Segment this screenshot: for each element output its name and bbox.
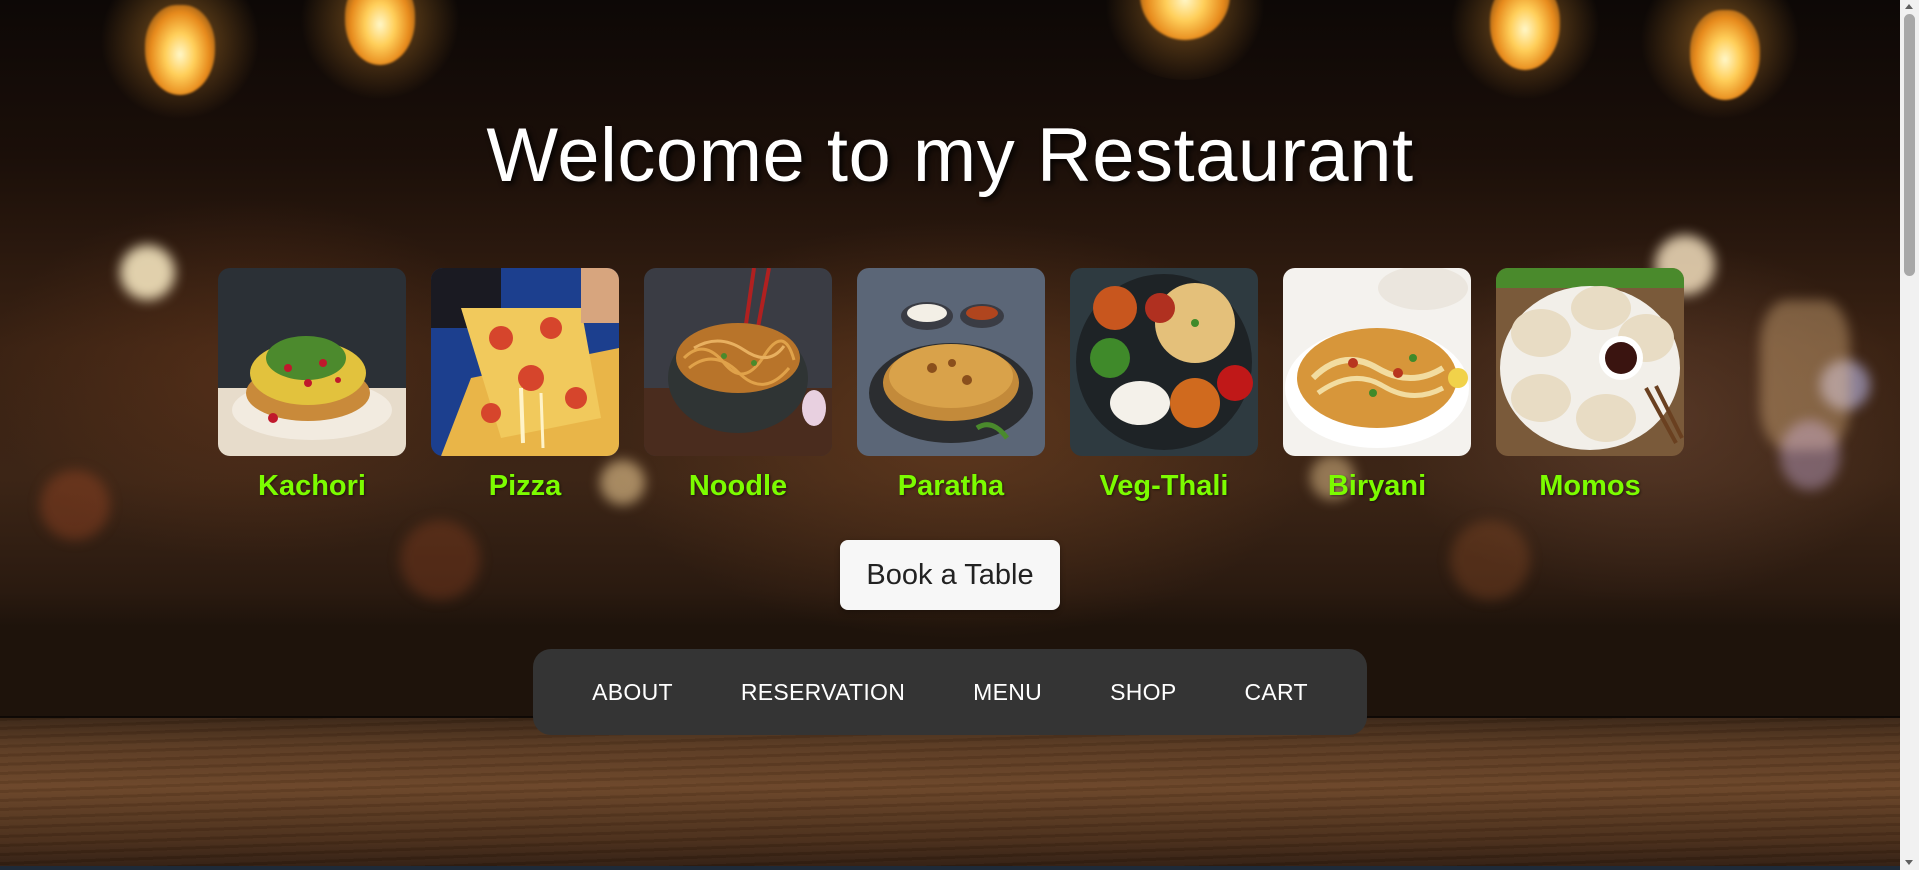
biryani-image[interactable] (1283, 268, 1471, 456)
food-label-momos: Momos (1539, 470, 1641, 502)
book-a-table-button[interactable]: Book a Table (840, 540, 1060, 610)
scroll-up-arrow-icon[interactable] (1905, 4, 1913, 9)
food-label-pizza: Pizza (488, 470, 562, 502)
food-card-noodle[interactable]: Noodle (644, 268, 832, 503)
food-label-paratha: Paratha (897, 470, 1005, 502)
page-viewport: Welcome to my Restaurant Kachori Pizza N… (0, 0, 1919, 870)
momos-image[interactable] (1496, 268, 1684, 456)
page-title: Welcome to my Restaurant (486, 113, 1414, 198)
paratha-image[interactable] (857, 268, 1045, 456)
kachori-image[interactable] (218, 268, 406, 456)
food-card-veg-thali[interactable]: Veg-Thali (1070, 268, 1258, 503)
pizza-image[interactable] (431, 268, 619, 456)
nav-about[interactable]: ABOUT (558, 679, 707, 706)
bottom-edge (0, 866, 1900, 870)
nav-shop[interactable]: SHOP (1076, 679, 1210, 706)
nav-reservation[interactable]: RESERVATION (707, 679, 939, 706)
wooden-table-top (0, 718, 1900, 870)
main-nav: ABOUT RESERVATION MENU SHOP CART (533, 649, 1367, 735)
food-card-momos[interactable]: Momos (1496, 268, 1684, 503)
food-label-veg-thali: Veg-Thali (1099, 470, 1229, 502)
veg-thali-image[interactable] (1070, 268, 1258, 456)
nav-menu[interactable]: MENU (939, 679, 1076, 706)
food-card-paratha[interactable]: Paratha (857, 268, 1045, 503)
food-card-biryani[interactable]: Biryani (1283, 268, 1471, 503)
food-card-pizza[interactable]: Pizza (431, 268, 619, 503)
food-gallery: Kachori Pizza Noodle Paratha Veg-Thali B… (218, 268, 1684, 503)
noodle-image[interactable] (644, 268, 832, 456)
food-label-biryani: Biryani (1327, 470, 1427, 502)
food-label-noodle: Noodle (688, 470, 788, 502)
food-card-kachori[interactable]: Kachori (218, 268, 406, 503)
scroll-down-arrow-icon[interactable] (1905, 860, 1913, 865)
nav-cart[interactable]: CART (1210, 679, 1341, 706)
vertical-scrollbar[interactable] (1900, 0, 1919, 870)
food-label-kachori: Kachori (258, 470, 366, 502)
scrollbar-thumb[interactable] (1904, 14, 1915, 276)
